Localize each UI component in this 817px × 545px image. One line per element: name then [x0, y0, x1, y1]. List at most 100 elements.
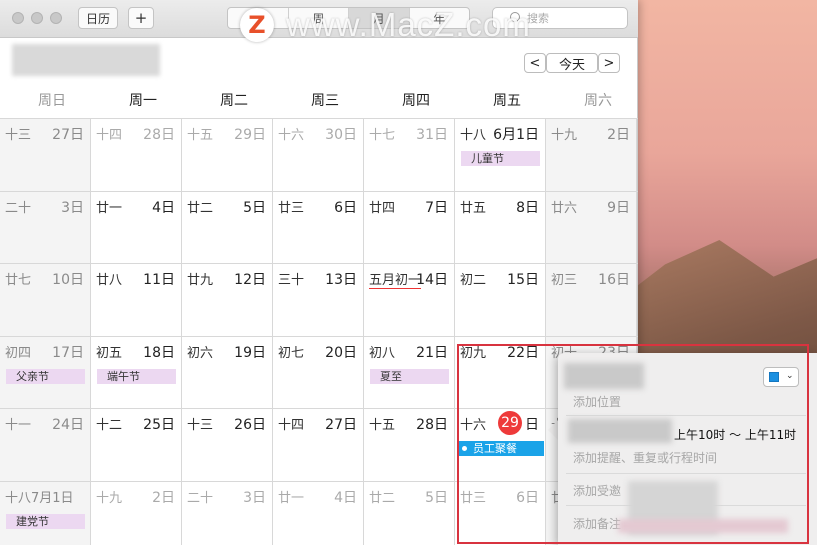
- lunar-date: 廿六: [551, 200, 578, 216]
- event-time-range[interactable]: 上午10时 ～ 上午11时: [674, 426, 796, 443]
- day-number: 18日: [143, 344, 175, 361]
- day-cell[interactable]: 十八 6月1日 儿童节: [455, 119, 546, 191]
- day-cell[interactable]: 初七 20日: [273, 336, 364, 409]
- day-cell[interactable]: 十四 27日: [273, 409, 364, 481]
- calendars-button[interactable]: 日历: [78, 7, 118, 29]
- today-button[interactable]: 今天: [546, 53, 598, 73]
- calendar-color-picker[interactable]: ⌄: [763, 367, 799, 387]
- event-title: 员工聚餐: [473, 442, 517, 455]
- lunar-date: 十八7月1日: [5, 490, 74, 506]
- day-number: 24日: [52, 417, 84, 433]
- holiday-event[interactable]: 端午节: [97, 368, 176, 384]
- day-number: 27日: [325, 417, 357, 433]
- notes-field[interactable]: 添加备注: [573, 515, 621, 532]
- day-cell[interactable]: 十六 30日: [273, 119, 364, 191]
- invitees-field[interactable]: 添加受邀: [573, 482, 621, 499]
- day-number: 30日: [325, 127, 357, 143]
- holiday-event[interactable]: 建党节: [6, 513, 85, 529]
- day-cell[interactable]: 初三 16日: [546, 264, 637, 336]
- day-cell[interactable]: 廿九 12日: [182, 264, 273, 336]
- zoom-button[interactable]: [50, 12, 62, 24]
- close-button[interactable]: [12, 12, 24, 24]
- day-cell[interactable]: 初八 21日 夏至: [364, 336, 455, 409]
- lunar-date: 廿五: [460, 200, 487, 216]
- day-cell[interactable]: 十五 28日: [364, 409, 455, 481]
- lunar-date: 廿二: [187, 200, 214, 216]
- event-item[interactable]: 员工聚餐: [457, 441, 544, 456]
- day-cell[interactable]: 廿一 4日: [273, 481, 364, 545]
- lunar-date: 廿七: [5, 273, 32, 288]
- event-dot-icon: [462, 446, 467, 451]
- add-event-button[interactable]: +: [128, 7, 154, 29]
- day-cell[interactable]: 十八7月1日 建党节: [0, 481, 91, 545]
- day-cell[interactable]: 十四 28日: [91, 119, 182, 191]
- day-cell[interactable]: 廿三 6日: [273, 191, 364, 264]
- day-number: 4日: [152, 199, 175, 216]
- lunar-date: 五月初一: [369, 269, 422, 289]
- day-cell[interactable]: 廿一 4日: [91, 191, 182, 264]
- day-cell[interactable]: 三十 13日: [273, 264, 364, 336]
- lunar-date: 十五: [187, 128, 214, 143]
- day-cell[interactable]: 廿三 6日: [455, 481, 546, 545]
- holiday-event[interactable]: 儿童节: [461, 151, 540, 166]
- day-cell[interactable]: 廿八 11日: [91, 264, 182, 336]
- day-number: 3日: [243, 489, 266, 506]
- next-month-button[interactable]: >: [598, 53, 620, 73]
- lunar-date: 十八: [460, 128, 487, 143]
- day-cell[interactable]: 廿二 5日: [182, 191, 273, 264]
- day-cell[interactable]: 初四 17日 父亲节: [0, 336, 91, 409]
- day-cell[interactable]: 十九 2日: [546, 119, 637, 191]
- prev-month-button[interactable]: <: [524, 53, 546, 73]
- day-cell[interactable]: 十七 31日: [364, 119, 455, 191]
- day-cell[interactable]: 十三 26日: [182, 409, 273, 481]
- day-cell[interactable]: 初二 15日: [455, 264, 546, 336]
- day-number: 17日: [52, 344, 84, 361]
- calendar-color-swatch: [769, 372, 779, 382]
- day-cell[interactable]: 廿四 7日: [364, 191, 455, 264]
- day-number: 3日: [61, 199, 84, 216]
- day-cell[interactable]: 廿二 5日: [364, 481, 455, 545]
- holiday-event[interactable]: 夏至: [370, 368, 449, 384]
- day-cell[interactable]: 十一 24日: [0, 409, 91, 481]
- day-number: 5日: [425, 489, 448, 506]
- day-number: 28日: [416, 417, 448, 433]
- day-cell[interactable]: 五月初一 14日: [364, 264, 455, 336]
- location-field[interactable]: 添加位置: [573, 393, 621, 410]
- day-number: 15日: [507, 272, 539, 288]
- day-cell[interactable]: 十九 2日: [91, 481, 182, 545]
- divider: [566, 415, 806, 416]
- day-number: 12日: [234, 272, 266, 288]
- day-cell[interactable]: 二十 3日: [0, 191, 91, 264]
- day-cell[interactable]: 十六 29 日员工聚餐: [455, 409, 546, 481]
- popover-arrow: [548, 420, 558, 440]
- lunar-date: 十六: [278, 128, 305, 143]
- day-cell[interactable]: 初九 22日: [455, 336, 546, 409]
- lunar-date: 初七: [278, 345, 305, 361]
- day-cell[interactable]: 初五 18日 端午节: [91, 336, 182, 409]
- day-cell[interactable]: 二十 3日: [182, 481, 273, 545]
- day-cell[interactable]: 廿六 9日: [546, 191, 637, 264]
- holiday-event[interactable]: 父亲节: [6, 368, 85, 384]
- weekday-label: 周六: [584, 93, 612, 109]
- day-number: 19日: [234, 344, 266, 361]
- day-cell[interactable]: 十三 27日: [0, 119, 91, 191]
- day-number: 9日: [607, 199, 630, 216]
- day-number: 21日: [416, 344, 448, 361]
- event-title: 端午节: [107, 369, 140, 383]
- day-cell[interactable]: 廿五 8日: [455, 191, 546, 264]
- day-number: 7日: [425, 199, 448, 216]
- lunar-date: 十九: [96, 490, 123, 506]
- event-popover: ⌄ 添加位置 上午10时 ～ 上午11时 添加提醒、重复或行程时间 添加受邀 添…: [558, 353, 817, 545]
- day-cell[interactable]: 初六 19日: [182, 336, 273, 409]
- weekday-label: 周四: [402, 93, 430, 109]
- chevron-down-icon: ⌄: [786, 371, 794, 381]
- minimize-button[interactable]: [31, 12, 43, 24]
- day-cell[interactable]: 十二 25日: [91, 409, 182, 481]
- day-cell[interactable]: 廿七 10日: [0, 264, 91, 336]
- day-number: 22日: [507, 344, 539, 361]
- event-title-blurred[interactable]: [564, 363, 644, 389]
- day-cell[interactable]: 十五 29日: [182, 119, 273, 191]
- lunar-date: 十九: [551, 128, 578, 143]
- day-number: 4日: [334, 489, 357, 506]
- alert-field[interactable]: 添加提醒、重复或行程时间: [573, 449, 717, 466]
